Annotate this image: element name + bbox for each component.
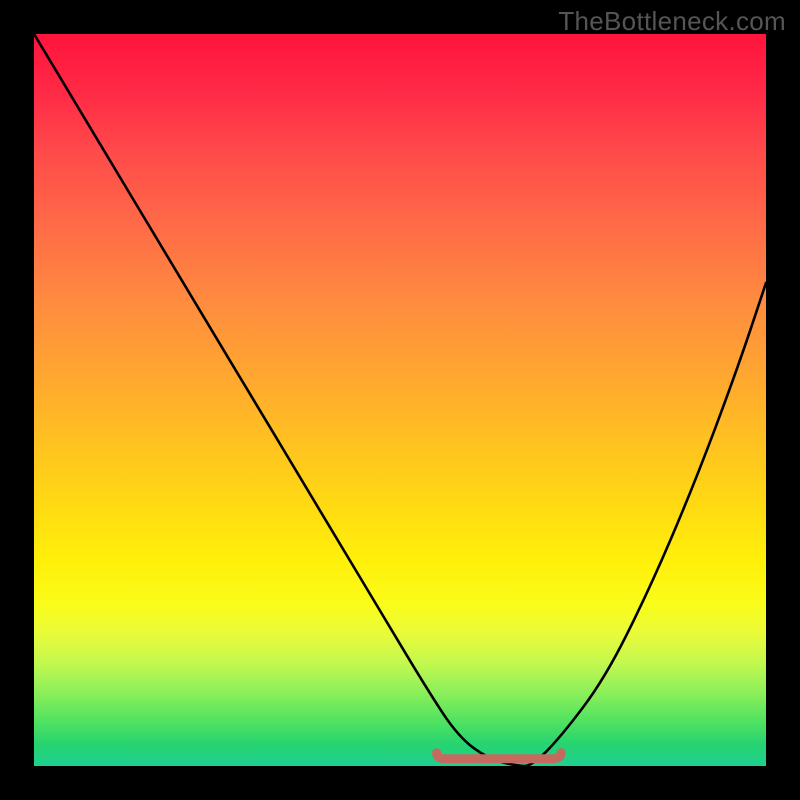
bottleneck-curve	[34, 34, 766, 766]
chart-frame: TheBottleneck.com	[0, 0, 800, 800]
watermark-text: TheBottleneck.com	[558, 6, 786, 37]
plot-area	[34, 34, 766, 766]
chart-svg	[34, 34, 766, 766]
